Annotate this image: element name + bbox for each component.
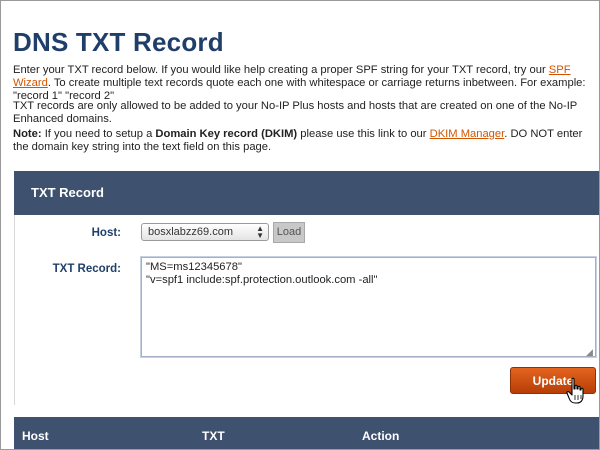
resize-grip-icon[interactable]: ◢ [586,347,593,358]
updown-arrows-icon: ▲ ▼ [256,224,264,240]
load-button[interactable]: Load [273,222,305,243]
note-bold: Domain Key record (DKIM) [155,128,298,140]
panel-title: TXT Record [31,185,104,200]
column-header-host: Host [22,429,49,443]
records-table-header: Host TXT Action [14,417,599,449]
column-header-action: Action [362,429,400,443]
host-select[interactable]: bosxlabzz69.com ▲ ▼ [141,223,269,241]
host-select-value: bosxlabzz69.com [148,226,233,238]
txt-record-textarea[interactable] [140,256,597,358]
intro-text-a: Enter your TXT record below. If you woul… [13,64,549,76]
intro-text-b: . To create multiple text records quote … [13,77,586,102]
window-frame: DNS TXT Record Enter your TXT record bel… [0,0,600,450]
restriction-paragraph: TXT records are only allowed to be added… [13,100,578,125]
note-text-a: If you need to setup a [41,128,156,140]
page-title: DNS TXT Record [13,27,224,57]
dkim-manager-link[interactable]: DKIM Manager [430,128,505,140]
txt-record-label: TXT Record: [52,263,121,275]
note-label: Note: [13,128,42,140]
note-paragraph: Note: If you need to setup a Domain Key … [13,128,599,154]
column-header-txt: TXT [202,429,225,443]
txt-record-panel-header: TXT Record [14,171,599,215]
intro-paragraph: Enter your TXT record below. If you woul… [13,64,599,103]
note-text-b: please use this link to our [297,128,430,140]
hand-cursor-icon [566,377,584,404]
host-label: Host: [91,227,121,239]
